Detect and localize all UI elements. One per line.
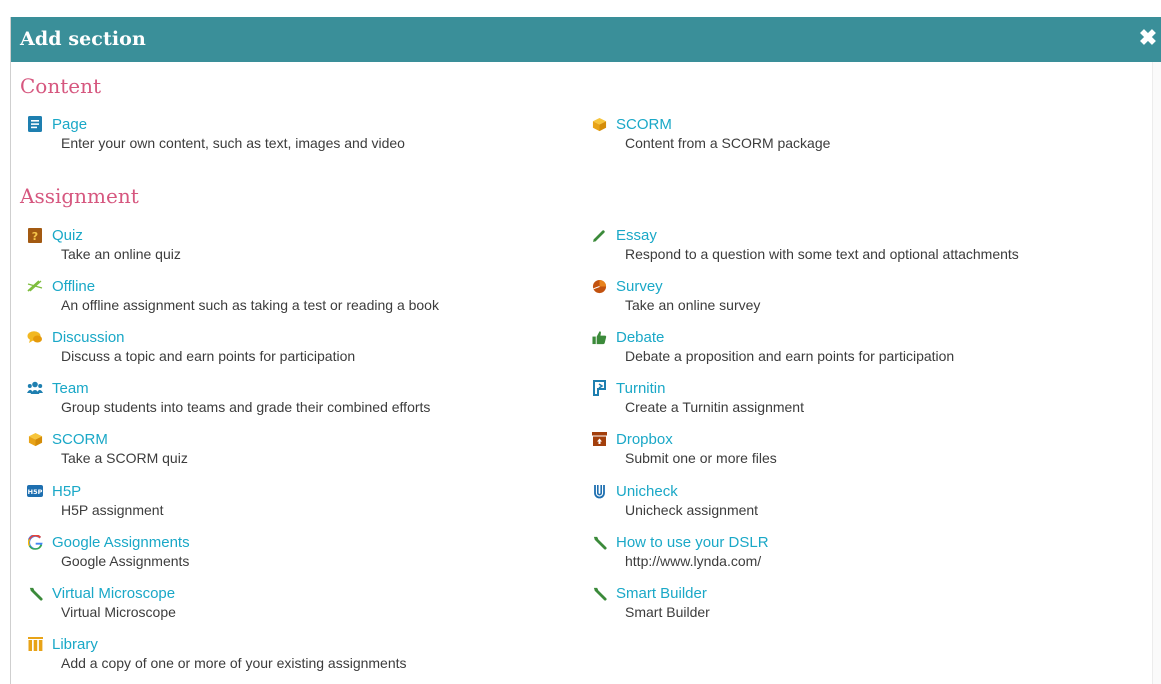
option-google-assignments-desc: Google Assignments <box>61 553 190 569</box>
scrollbar[interactable] <box>1152 62 1161 684</box>
option-survey-link[interactable]: Survey <box>616 278 663 295</box>
option-debate-desc: Debate a proposition and earn points for… <box>625 348 955 364</box>
pencil-icon <box>591 227 607 243</box>
option-essay[interactable]: Essay Respond to a question with some te… <box>591 225 1131 262</box>
option-survey-desc: Take an online survey <box>625 297 761 313</box>
option-library[interactable]: Library Add a copy of one or more of you… <box>27 634 567 671</box>
discussion-icon <box>27 329 43 345</box>
option-quiz-desc: Take an online quiz <box>61 246 181 262</box>
option-discussion-link[interactable]: Discussion <box>52 329 125 346</box>
scorm-cube-icon <box>27 431 43 447</box>
option-smart-builder-link[interactable]: Smart Builder <box>616 585 707 602</box>
option-essay-desc: Respond to a question with some text and… <box>625 246 1019 262</box>
option-page-desc: Enter your own content, such as text, im… <box>61 135 405 151</box>
close-button[interactable]: ✖ <box>1137 26 1159 50</box>
library-icon <box>27 636 43 652</box>
option-scorm-content[interactable]: SCORM Content from a SCORM package <box>591 114 1131 151</box>
option-library-desc: Add a copy of one or more of your existi… <box>61 655 407 671</box>
option-dslr[interactable]: How to use your DSLR http://www.lynda.co… <box>591 532 1131 569</box>
option-scorm-content-link[interactable]: SCORM <box>616 116 672 133</box>
option-dropbox-link[interactable]: Dropbox <box>616 431 673 448</box>
option-unicheck[interactable]: Unicheck Unicheck assignment <box>591 481 1131 518</box>
option-debate-link[interactable]: Debate <box>616 329 664 346</box>
option-library-link[interactable]: Library <box>52 636 98 653</box>
option-smart-builder[interactable]: Smart Builder Smart Builder <box>591 583 1131 620</box>
dialog-titlebar: Add section ✖ <box>11 17 1161 62</box>
option-scorm-quiz[interactable]: SCORM Take a SCORM quiz <box>27 429 567 466</box>
option-essay-link[interactable]: Essay <box>616 227 657 244</box>
option-turnitin[interactable]: Turnitin Create a Turnitin assignment <box>591 378 1131 415</box>
turnitin-icon <box>591 380 607 396</box>
wrench-icon <box>591 534 607 550</box>
option-page[interactable]: Page Enter your own content, such as tex… <box>27 114 567 151</box>
option-scorm-content-desc: Content from a SCORM package <box>625 135 831 151</box>
option-offline-desc: An offline assignment such as taking a t… <box>61 297 439 313</box>
option-dslr-link[interactable]: How to use your DSLR <box>616 534 769 551</box>
option-turnitin-link[interactable]: Turnitin <box>616 380 665 397</box>
option-virtual-microscope-link[interactable]: Virtual Microscope <box>52 585 175 602</box>
option-quiz-link[interactable]: Quiz <box>52 227 83 244</box>
team-icon <box>27 380 43 396</box>
option-dropbox-desc: Submit one or more files <box>625 450 777 466</box>
option-team[interactable]: Team Group students into teams and grade… <box>27 378 567 415</box>
option-debate[interactable]: Debate Debate a proposition and earn poi… <box>591 327 1131 364</box>
option-quiz[interactable]: ? Quiz Take an online quiz <box>27 225 567 262</box>
option-discussion[interactable]: Discussion Discuss a topic and earn poin… <box>27 327 567 364</box>
option-h5p[interactable]: H5P H5P H5P assignment <box>27 481 567 518</box>
svg-text:H5P: H5P <box>28 488 43 496</box>
option-google-assignments-link[interactable]: Google Assignments <box>52 534 190 551</box>
option-page-link[interactable]: Page <box>52 116 87 133</box>
option-google-assignments[interactable]: Google Assignments Google Assignments <box>27 532 567 569</box>
option-turnitin-desc: Create a Turnitin assignment <box>625 399 804 415</box>
option-dslr-desc: http://www.lynda.com/ <box>625 553 762 569</box>
option-team-link[interactable]: Team <box>52 380 89 397</box>
content-heading: Content <box>20 74 102 98</box>
wrench-icon <box>591 585 607 601</box>
wrench-icon <box>27 585 43 601</box>
close-icon: ✖ <box>1138 25 1158 50</box>
option-survey[interactable]: Survey Take an online survey <box>591 276 1131 313</box>
svg-text:?: ? <box>32 230 38 243</box>
option-virtual-microscope-desc: Virtual Microscope <box>61 604 176 620</box>
scorm-cube-icon <box>591 116 607 132</box>
google-icon <box>27 534 43 550</box>
unicheck-icon <box>591 483 607 499</box>
option-scorm-quiz-desc: Take a SCORM quiz <box>61 450 188 466</box>
option-scorm-quiz-link[interactable]: SCORM <box>52 431 108 448</box>
page-icon <box>27 116 43 132</box>
option-offline-link[interactable]: Offline <box>52 278 95 295</box>
offline-icon <box>27 278 43 294</box>
option-h5p-link[interactable]: H5P <box>52 483 81 500</box>
option-smart-builder-desc: Smart Builder <box>625 604 710 620</box>
add-section-dialog: Add section ✖ Content Page Enter your ow… <box>10 17 1161 684</box>
survey-icon <box>591 278 607 294</box>
quiz-icon: ? <box>27 227 43 243</box>
option-unicheck-desc: Unicheck assignment <box>625 502 759 518</box>
option-discussion-desc: Discuss a topic and earn points for part… <box>61 348 356 364</box>
option-h5p-desc: H5P assignment <box>61 502 164 518</box>
option-virtual-microscope[interactable]: Virtual Microscope Virtual Microscope <box>27 583 567 620</box>
h5p-icon: H5P <box>27 483 43 499</box>
dialog-title: Add section <box>20 28 146 50</box>
thumbs-up-icon <box>591 329 607 345</box>
option-team-desc: Group students into teams and grade thei… <box>61 399 431 415</box>
option-unicheck-link[interactable]: Unicheck <box>616 483 678 500</box>
option-dropbox[interactable]: Dropbox Submit one or more files <box>591 429 1131 466</box>
option-offline[interactable]: Offline An offline assignment such as ta… <box>27 276 567 313</box>
assignment-heading: Assignment <box>20 184 139 208</box>
dropbox-icon <box>591 431 607 447</box>
